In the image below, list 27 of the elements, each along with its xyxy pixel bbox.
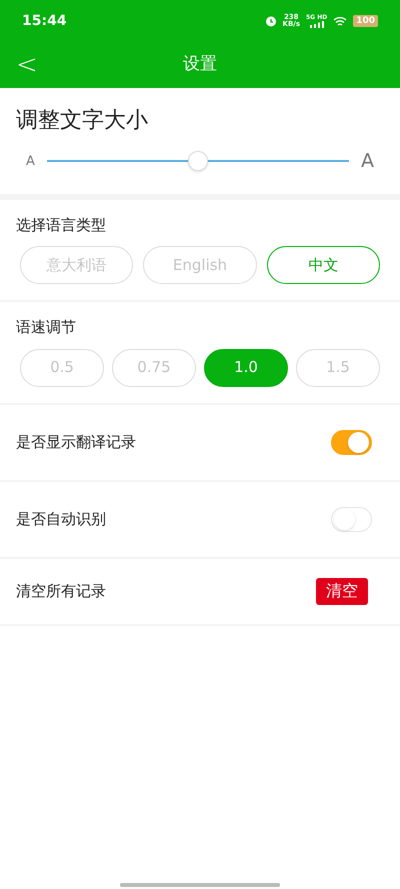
wifi-icon xyxy=(333,16,348,26)
toggle-switch[interactable] xyxy=(331,430,372,454)
section-title: 语速调节 xyxy=(16,317,77,338)
clear-button[interactable]: 清空 xyxy=(316,578,368,604)
alarm-icon xyxy=(264,15,277,27)
language-option[interactable]: 中文 xyxy=(266,246,380,284)
speed-option[interactable]: 1.5 xyxy=(296,348,380,386)
speed-option[interactable]: 1.0 xyxy=(204,348,288,386)
page-title: 设置 xyxy=(183,53,217,76)
battery-indicator: 100 xyxy=(353,15,378,27)
setting-label: 是否显示翻译记录 xyxy=(16,432,136,453)
slider-thumb[interactable] xyxy=(188,151,208,172)
speed-option[interactable]: 0.75 xyxy=(112,348,196,386)
language-option[interactable]: 意大利语 xyxy=(20,246,134,284)
language-option[interactable]: English xyxy=(143,246,257,284)
setting-label: 是否自动识别 xyxy=(16,508,106,530)
large-font-label: A xyxy=(361,149,374,174)
section-title: 调整文字大小 xyxy=(16,107,149,135)
back-button[interactable]: < xyxy=(16,52,38,78)
small-font-label: A xyxy=(26,152,35,170)
home-indicator[interactable] xyxy=(120,883,280,887)
font-size-slider[interactable] xyxy=(46,150,349,172)
signal-icon xyxy=(310,21,324,28)
status-time: 15:44 xyxy=(22,12,67,30)
speed-option[interactable]: 0.5 xyxy=(20,348,104,386)
setting-label: 清空所有记录 xyxy=(16,580,106,602)
section-title: 选择语言类型 xyxy=(16,214,107,236)
